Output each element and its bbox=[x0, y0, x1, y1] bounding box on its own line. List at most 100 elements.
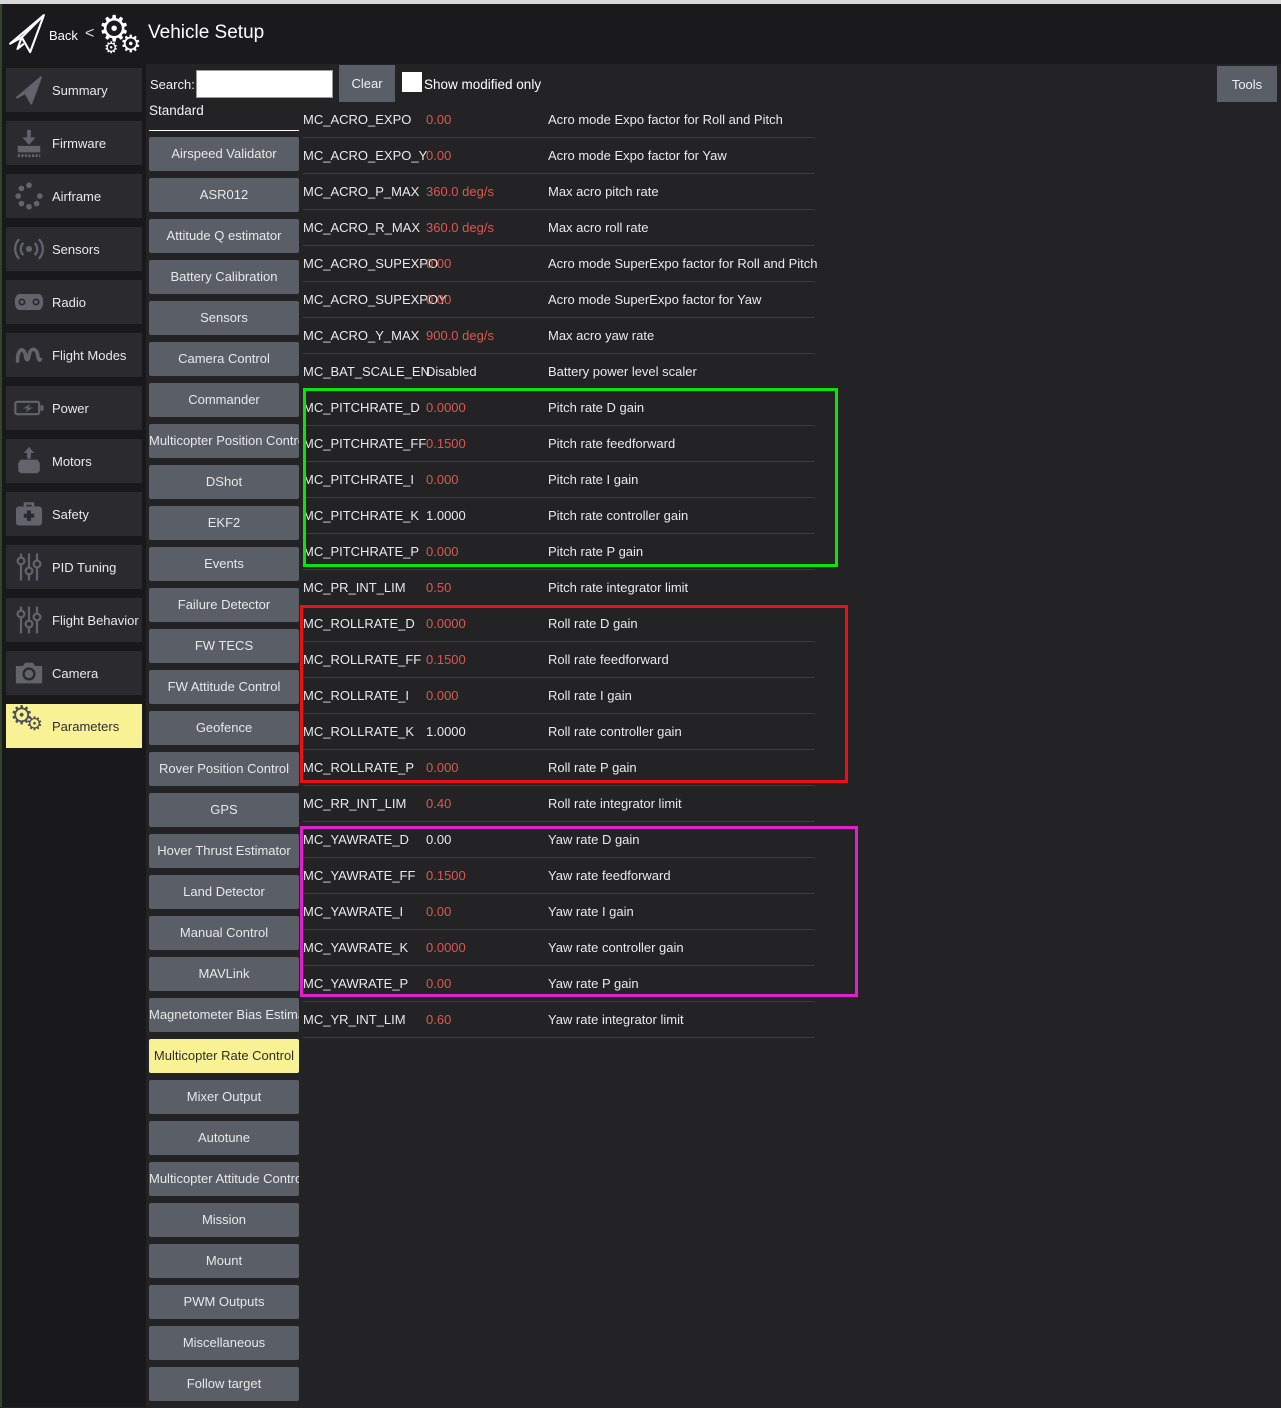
parameter-row[interactable]: MC_ROLLRATE_FF 0.1500 Roll rate feedforw… bbox=[303, 642, 815, 678]
parameter-group-button[interactable]: Magnetometer Bias Estimator bbox=[149, 998, 299, 1032]
parameter-group-button[interactable]: Mission bbox=[149, 1203, 299, 1237]
parameter-value: 0.00 bbox=[426, 148, 548, 163]
parameter-group-button[interactable]: Attitude Q estimator bbox=[149, 219, 299, 253]
sidebar-item[interactable]: Flight Behavior bbox=[6, 598, 142, 642]
parameter-group-button[interactable]: ASR012 bbox=[149, 178, 299, 212]
parameter-group-button[interactable]: GPS bbox=[149, 793, 299, 827]
sidebar-item[interactable]: PID Tuning bbox=[6, 545, 142, 589]
parameter-group-button[interactable]: FW Attitude Control bbox=[149, 670, 299, 704]
sidebar-item[interactable]: ⚙⚙ Parameters bbox=[6, 704, 142, 748]
sidebar-item[interactable]: Firmware bbox=[6, 121, 142, 165]
parameter-row[interactable]: MC_ROLLRATE_I 0.000 Roll rate I gain bbox=[303, 678, 815, 714]
parameter-group-button[interactable]: Mount bbox=[149, 1244, 299, 1278]
parameter-row[interactable]: MC_PITCHRATE_I 0.000 Pitch rate I gain bbox=[303, 462, 815, 498]
parameter-row[interactable]: MC_YAWRATE_D 0.00 Yaw rate D gain bbox=[303, 822, 815, 858]
parameter-group-button[interactable]: Failure Detector bbox=[149, 588, 299, 622]
parameter-group-button[interactable]: Camera Control bbox=[149, 342, 299, 376]
sidebar-item-label: Flight Modes bbox=[52, 348, 126, 363]
parameter-group-button[interactable]: MAVLink bbox=[149, 957, 299, 991]
parameter-group-button[interactable]: Rover Position Control bbox=[149, 752, 299, 786]
sidebar-item[interactable]: Safety bbox=[6, 492, 142, 536]
parameter-name: MC_ACRO_Y_MAX bbox=[303, 328, 426, 343]
sidebar-item[interactable]: Summary bbox=[6, 68, 142, 112]
sidebar-item-label: Flight Behavior bbox=[52, 613, 139, 628]
parameter-row[interactable]: MC_ROLLRATE_D 0.0000 Roll rate D gain bbox=[303, 606, 815, 642]
parameter-group-button[interactable]: Mixer Output bbox=[149, 1080, 299, 1114]
parameter-description: Pitch rate P gain bbox=[548, 544, 643, 559]
sidebar-item[interactable]: Camera bbox=[6, 651, 142, 695]
parameter-group-button[interactable]: Geofence bbox=[149, 711, 299, 745]
parameter-description: Max acro pitch rate bbox=[548, 184, 659, 199]
parameter-group-button[interactable]: FW TECS bbox=[149, 629, 299, 663]
parameter-group-button[interactable]: Hover Thrust Estimator bbox=[149, 834, 299, 868]
parameter-name: MC_ACRO_R_MAX bbox=[303, 220, 426, 235]
back-button[interactable]: Back bbox=[49, 28, 78, 43]
parameter-row[interactable]: MC_YAWRATE_I 0.00 Yaw rate I gain bbox=[303, 894, 815, 930]
parameter-row[interactable]: MC_YAWRATE_P 0.00 Yaw rate P gain bbox=[303, 966, 815, 1002]
parameter-row[interactable]: MC_ACRO_Y_MAX 900.0 deg/s Max acro yaw r… bbox=[303, 318, 815, 354]
sidebar-item[interactable]: Power bbox=[6, 386, 142, 430]
parameter-row[interactable]: MC_ROLLRATE_P 0.000 Roll rate P gain bbox=[303, 750, 815, 786]
parameter-row[interactable]: MC_RR_INT_LIM 0.40 Roll rate integrator … bbox=[303, 786, 815, 822]
parameter-row[interactable]: MC_ROLLRATE_K 1.0000 Roll rate controlle… bbox=[303, 714, 815, 750]
sidebar-item[interactable]: Sensors bbox=[6, 227, 142, 271]
parameter-group-button[interactable]: PWM Outputs bbox=[149, 1285, 299, 1319]
sidebar-item[interactable]: Flight Modes bbox=[6, 333, 142, 377]
parameter-row[interactable]: MC_PITCHRATE_D 0.0000 Pitch rate D gain bbox=[303, 390, 815, 426]
parameter-name: MC_PITCHRATE_FF bbox=[303, 436, 426, 451]
sidebar-item[interactable]: Airframe bbox=[6, 174, 142, 218]
parameter-row[interactable]: MC_YAWRATE_FF 0.1500 Yaw rate feedforwar… bbox=[303, 858, 815, 894]
parameter-row[interactable]: MC_PR_INT_LIM 0.50 Pitch rate integrator… bbox=[303, 570, 815, 606]
parameter-name: MC_YR_INT_LIM bbox=[303, 1012, 426, 1027]
parameter-group-button[interactable]: Battery Calibration bbox=[149, 260, 299, 294]
parameter-group-button[interactable]: Multicopter Position Control bbox=[149, 424, 299, 458]
parameter-row[interactable]: MC_PITCHRATE_K 1.0000 Pitch rate control… bbox=[303, 498, 815, 534]
parameter-group-button[interactable]: Sensors bbox=[149, 301, 299, 335]
parameter-group-button[interactable]: EKF2 bbox=[149, 506, 299, 540]
clear-button[interactable]: Clear bbox=[339, 65, 395, 102]
tools-button[interactable]: Tools bbox=[1217, 66, 1277, 102]
parameter-row[interactable]: MC_YAWRATE_K 0.0000 Yaw rate controller … bbox=[303, 930, 815, 966]
parameter-row[interactable]: MC_ACRO_SUPEXPO 0.00 Acro mode SuperExpo… bbox=[303, 246, 815, 282]
sidebar-item[interactable]: Motors bbox=[6, 439, 142, 483]
parameter-row[interactable]: MC_ACRO_EXPO_Y 0.00 Acro mode Expo facto… bbox=[303, 138, 815, 174]
parameter-row[interactable]: MC_ACRO_SUPEXPOY 0.00 Acro mode SuperExp… bbox=[303, 282, 815, 318]
sliders-icon bbox=[6, 603, 52, 637]
parameter-row[interactable]: MC_YR_INT_LIM 0.60 Yaw rate integrator l… bbox=[303, 1002, 815, 1038]
sidebar-item-label: Sensors bbox=[52, 242, 100, 257]
parameter-group-button[interactable]: Autotune bbox=[149, 1121, 299, 1155]
parameter-group-button[interactable]: Multicopter Rate Control bbox=[149, 1039, 299, 1073]
header-bar: Back < ⚙⚙⚙ Vehicle Setup bbox=[2, 4, 1281, 64]
setup-sidebar: Summary Firmware Airframe Sensors Radio … bbox=[2, 64, 146, 1407]
parameter-group-button[interactable]: Land Detector bbox=[149, 875, 299, 909]
parameter-row[interactable]: MC_PITCHRATE_FF 0.1500 Pitch rate feedfo… bbox=[303, 426, 815, 462]
sidebar-item[interactable]: Radio bbox=[6, 280, 142, 324]
parameter-value: 0.00 bbox=[426, 292, 548, 307]
parameter-group-button[interactable]: DShot bbox=[149, 465, 299, 499]
search-input[interactable] bbox=[196, 70, 333, 98]
parameter-group-button[interactable]: Airspeed Validator bbox=[149, 137, 299, 171]
parameter-value: 1.0000 bbox=[426, 724, 548, 739]
parameter-group-button[interactable]: Events bbox=[149, 547, 299, 581]
parameter-row[interactable]: MC_ACRO_EXPO 0.00 Acro mode Expo factor … bbox=[303, 102, 815, 138]
parameter-group-button[interactable]: Multicopter Attitude Control bbox=[149, 1162, 299, 1196]
sidebar-item-label: Power bbox=[52, 401, 89, 416]
parameter-name: MC_ROLLRATE_D bbox=[303, 616, 426, 631]
gears-icon: ⚙⚙ bbox=[6, 709, 52, 743]
qgc-paper-plane-logo-icon[interactable] bbox=[8, 12, 46, 56]
sidebar-item-label: Parameters bbox=[52, 719, 119, 734]
parameter-row[interactable]: MC_ACRO_P_MAX 360.0 deg/s Max acro pitch… bbox=[303, 174, 815, 210]
parameter-group-button[interactable]: Miscellaneous bbox=[149, 1326, 299, 1360]
show-modified-checkbox[interactable] bbox=[402, 72, 422, 92]
parameter-row[interactable]: MC_ACRO_R_MAX 360.0 deg/s Max acro roll … bbox=[303, 210, 815, 246]
parameter-group-button[interactable]: Manual Control bbox=[149, 916, 299, 950]
parameter-row[interactable]: MC_BAT_SCALE_EN Disabled Battery power l… bbox=[303, 354, 815, 390]
safety-icon bbox=[6, 497, 52, 531]
parameter-group-button[interactable]: Commander bbox=[149, 383, 299, 417]
sidebar-item-label: Airframe bbox=[52, 189, 101, 204]
parameter-group-button[interactable]: Follow target bbox=[149, 1367, 299, 1401]
parameter-name: MC_PITCHRATE_I bbox=[303, 472, 426, 487]
parameter-description: Acro mode Expo factor for Roll and Pitch bbox=[548, 112, 783, 127]
parameter-row[interactable]: MC_PITCHRATE_P 0.000 Pitch rate P gain bbox=[303, 534, 815, 570]
camera-icon bbox=[6, 656, 52, 690]
